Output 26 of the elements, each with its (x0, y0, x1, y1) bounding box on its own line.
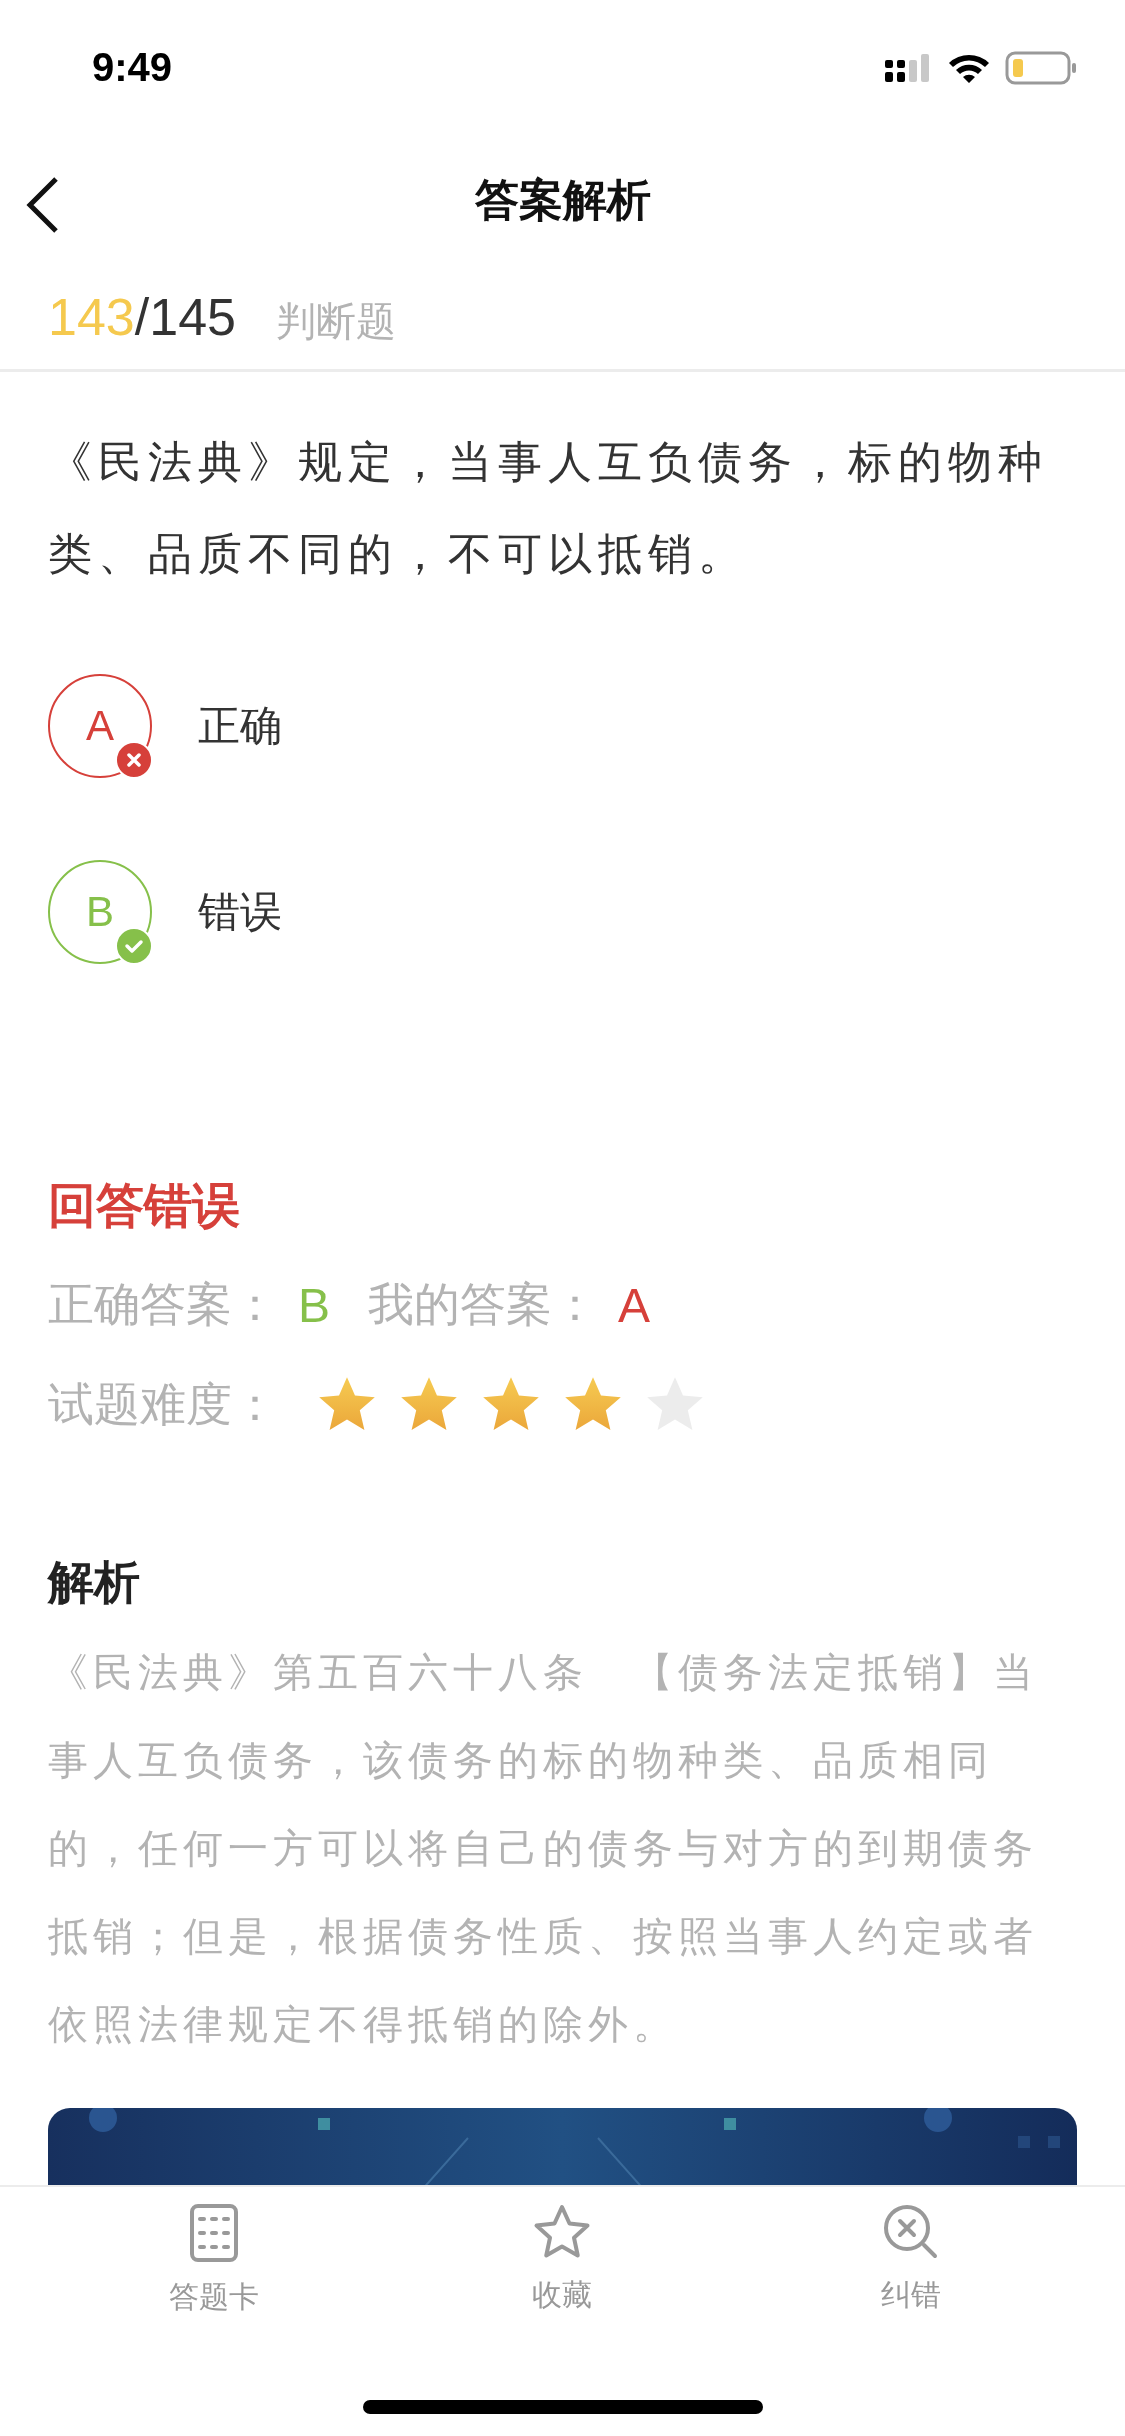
search-cross-icon (881, 2203, 940, 2261)
tab-bar-item[interactable]: 答题卡 (94, 2203, 335, 2318)
battery-icon (1005, 50, 1077, 85)
wrong-badge-icon (114, 740, 154, 780)
tab-bar-item[interactable]: 收藏 (442, 2203, 683, 2318)
analysis-text: 《民法典》第五百六十八条 【债务法定抵销】当事人互负债务，该债务的标的物种类、品质相同的，任何一方可以将自己的债务与对方的到期债务抵销；但是，根据债务性质、按照当事人约定或者依照法律规定不得抵销的除外。 (48, 1648, 1039, 2049)
my-answer: A (618, 1277, 651, 1333)
result-verdict: 回答错误 (48, 1176, 241, 1235)
option-text: 正确 (198, 700, 282, 752)
status-time: 9:49 (92, 45, 173, 90)
correct-answer: B (298, 1277, 330, 1333)
difficulty-label: 试题难度： (48, 1376, 278, 1433)
check-badge-icon (114, 926, 154, 966)
question-type: 判断题 (276, 297, 396, 346)
correct-answer-label: 正确答案： (48, 1276, 278, 1333)
answer-sheet-icon (189, 2203, 240, 2263)
page-title: 答案解析 (474, 172, 651, 227)
option-letter[interactable]: B (48, 860, 152, 964)
option-text: 错误 (198, 886, 282, 938)
analysis-title: 解析 (48, 1554, 141, 1611)
question-text: 《民法典》规定，当事人互负债务，标的物种类、品质不同的，不可以抵销。 (47, 435, 1049, 581)
current-number: 143 (48, 287, 135, 347)
tab-bar-item[interactable]: 纠错 (790, 2203, 1031, 2318)
option-letter[interactable]: A (48, 674, 152, 778)
total-count: /145 (134, 287, 236, 347)
my-answer-label: 我的答案： (368, 1276, 598, 1333)
